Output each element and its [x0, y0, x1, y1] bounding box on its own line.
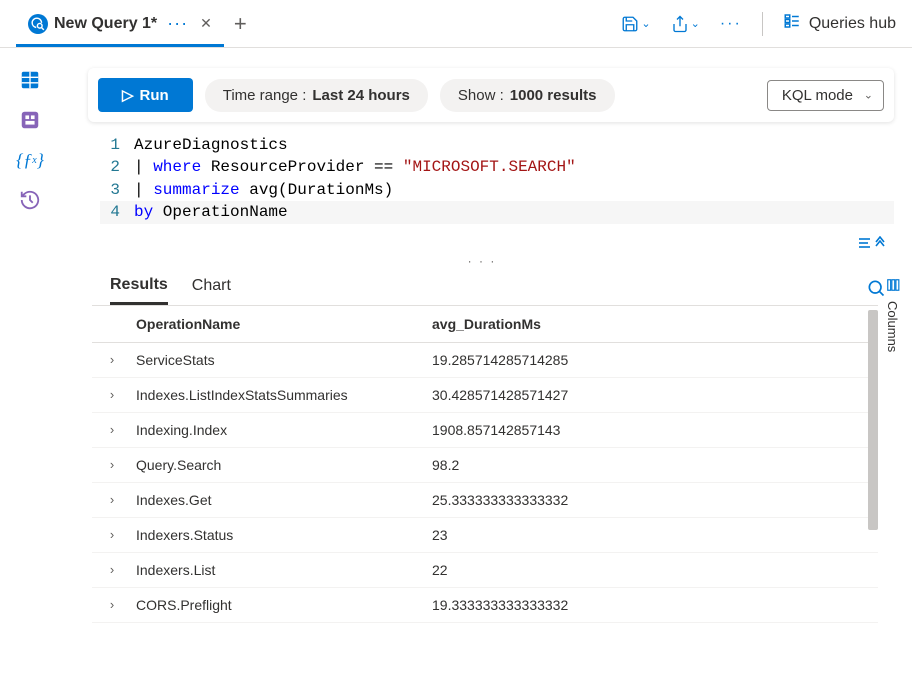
cell-avg: 19.333333333333332	[432, 597, 878, 613]
table-header: OperationName avg_DurationMs	[92, 306, 878, 343]
cell-operation: Indexes.Get	[132, 492, 432, 508]
cell-avg: 25.333333333333332	[432, 492, 878, 508]
columns-panel-toggle[interactable]: Columns	[881, 270, 904, 360]
query-editor[interactable]: 1AzureDiagnostics2| where ResourceProvid…	[60, 134, 904, 234]
line-number: 4	[100, 201, 134, 223]
queries-hub-button[interactable]: Queries hub	[783, 12, 896, 35]
main-area: {ƒx} ▷ Run Time range : Last 24 hours Sh…	[0, 48, 912, 673]
cell-avg: 30.428571428571427	[432, 387, 878, 403]
cell-operation: Indexers.List	[132, 562, 432, 578]
left-rail: {ƒx}	[0, 48, 60, 673]
table-row[interactable]: ›ServiceStats19.285714285714285	[92, 343, 878, 378]
editor-line[interactable]: 4by OperationName	[100, 201, 894, 223]
expand-icon[interactable]: ›	[92, 457, 132, 472]
column-header-avg[interactable]: avg_DurationMs	[432, 316, 878, 332]
cell-operation: ServiceStats	[132, 352, 432, 368]
editor-line[interactable]: 1AzureDiagnostics	[100, 134, 894, 156]
show-label: Show :	[458, 87, 504, 104]
queries-hub-icon	[783, 12, 801, 35]
cloud-search-icon	[28, 14, 48, 34]
more-icon[interactable]: ···	[720, 15, 742, 33]
table-row[interactable]: ›Query.Search98.2	[92, 448, 878, 483]
cell-avg: 22	[432, 562, 878, 578]
column-header-operation[interactable]: OperationName	[132, 316, 432, 332]
cell-operation: CORS.Preflight	[132, 597, 432, 613]
mode-label: KQL mode	[782, 87, 853, 104]
functions-icon[interactable]: {ƒx}	[18, 148, 42, 172]
run-label: Run	[140, 87, 169, 104]
editor-line[interactable]: 2| where ResourceProvider == "MICROSOFT.…	[100, 156, 894, 178]
new-tab-icon[interactable]: +	[234, 11, 247, 37]
table-row[interactable]: ›Indexes.ListIndexStatsSummaries30.42857…	[92, 378, 878, 413]
cell-avg: 23	[432, 527, 878, 543]
columns-label: Columns	[885, 301, 900, 352]
expand-icon[interactable]: ›	[92, 422, 132, 437]
tab-strip: New Query 1* ··· ✕ +	[16, 1, 621, 47]
chevron-down-icon: ⌄	[691, 17, 700, 30]
results-table: OperationName avg_DurationMs ›ServiceSta…	[92, 305, 878, 673]
expand-icon[interactable]: ›	[92, 352, 132, 367]
table-row[interactable]: ›Indexing.Index1908.857142857143	[92, 413, 878, 448]
collapse-bar	[60, 234, 904, 252]
expand-icon[interactable]: ›	[92, 562, 132, 577]
cell-operation: Indexing.Index	[132, 422, 432, 438]
time-range-pill[interactable]: Time range : Last 24 hours	[205, 79, 428, 112]
show-pill[interactable]: Show : 1000 results	[440, 79, 615, 112]
tab-menu-icon[interactable]: ···	[167, 13, 188, 34]
results-tabs: Results Chart	[92, 270, 904, 305]
table-row[interactable]: ›CORS.Preflight19.333333333333332	[92, 588, 878, 623]
tab-title: New Query 1*	[54, 15, 157, 33]
chevron-down-icon: ⌄	[641, 17, 650, 30]
line-number: 2	[100, 156, 134, 178]
line-number: 3	[100, 179, 134, 201]
time-range-label: Time range :	[223, 87, 307, 104]
history-icon[interactable]	[18, 188, 42, 212]
collapse-icon[interactable]	[858, 236, 886, 250]
chevron-down-icon: ⌄	[864, 89, 873, 102]
cell-operation: Query.Search	[132, 457, 432, 473]
query-toolbar: ▷ Run Time range : Last 24 hours Show : …	[88, 68, 894, 122]
tab-results[interactable]: Results	[110, 276, 168, 305]
mode-select[interactable]: KQL mode ⌄	[767, 80, 884, 111]
cell-avg: 98.2	[432, 457, 878, 473]
cell-avg: 1908.857142857143	[432, 422, 878, 438]
line-number: 1	[100, 134, 134, 156]
show-value: 1000 results	[510, 87, 597, 104]
expand-icon[interactable]: ›	[92, 492, 132, 507]
expand-icon[interactable]: ›	[92, 597, 132, 612]
divider	[762, 12, 763, 36]
close-icon[interactable]: ✕	[200, 15, 212, 32]
top-actions: ⌄ ⌄ ··· Queries hub	[621, 12, 896, 36]
query-tab[interactable]: New Query 1* ··· ✕	[16, 1, 224, 47]
run-button[interactable]: ▷ Run	[98, 78, 193, 112]
save-button[interactable]: ⌄	[621, 15, 650, 33]
table-row[interactable]: ›Indexes.Get25.333333333333332	[92, 483, 878, 518]
results-area: Results Chart OperationName avg_Duration…	[60, 270, 904, 673]
split-handle[interactable]: · · ·	[60, 252, 904, 270]
editor-line[interactable]: 3| summarize avg(DurationMs)	[100, 179, 894, 201]
share-button[interactable]: ⌄	[671, 15, 700, 33]
cell-operation: Indexes.ListIndexStatsSummaries	[132, 387, 432, 403]
content: ▷ Run Time range : Last 24 hours Show : …	[60, 48, 912, 673]
queries-icon[interactable]	[18, 108, 42, 132]
expand-icon[interactable]: ›	[92, 527, 132, 542]
time-range-value: Last 24 hours	[312, 87, 410, 104]
columns-icon	[886, 278, 900, 295]
cell-operation: Indexers.Status	[132, 527, 432, 543]
tables-icon[interactable]	[18, 68, 42, 92]
table-row[interactable]: ›Indexers.Status23	[92, 518, 878, 553]
expand-icon[interactable]: ›	[92, 387, 132, 402]
table-row[interactable]: ›Indexers.List22	[92, 553, 878, 588]
cell-avg: 19.285714285714285	[432, 352, 878, 368]
scrollbar-thumb[interactable]	[868, 310, 878, 530]
top-bar: New Query 1* ··· ✕ + ⌄ ⌄ ··· Queries hub	[0, 0, 912, 48]
queries-hub-label: Queries hub	[809, 15, 896, 33]
tab-chart[interactable]: Chart	[192, 277, 231, 303]
play-icon: ▷	[122, 86, 134, 104]
